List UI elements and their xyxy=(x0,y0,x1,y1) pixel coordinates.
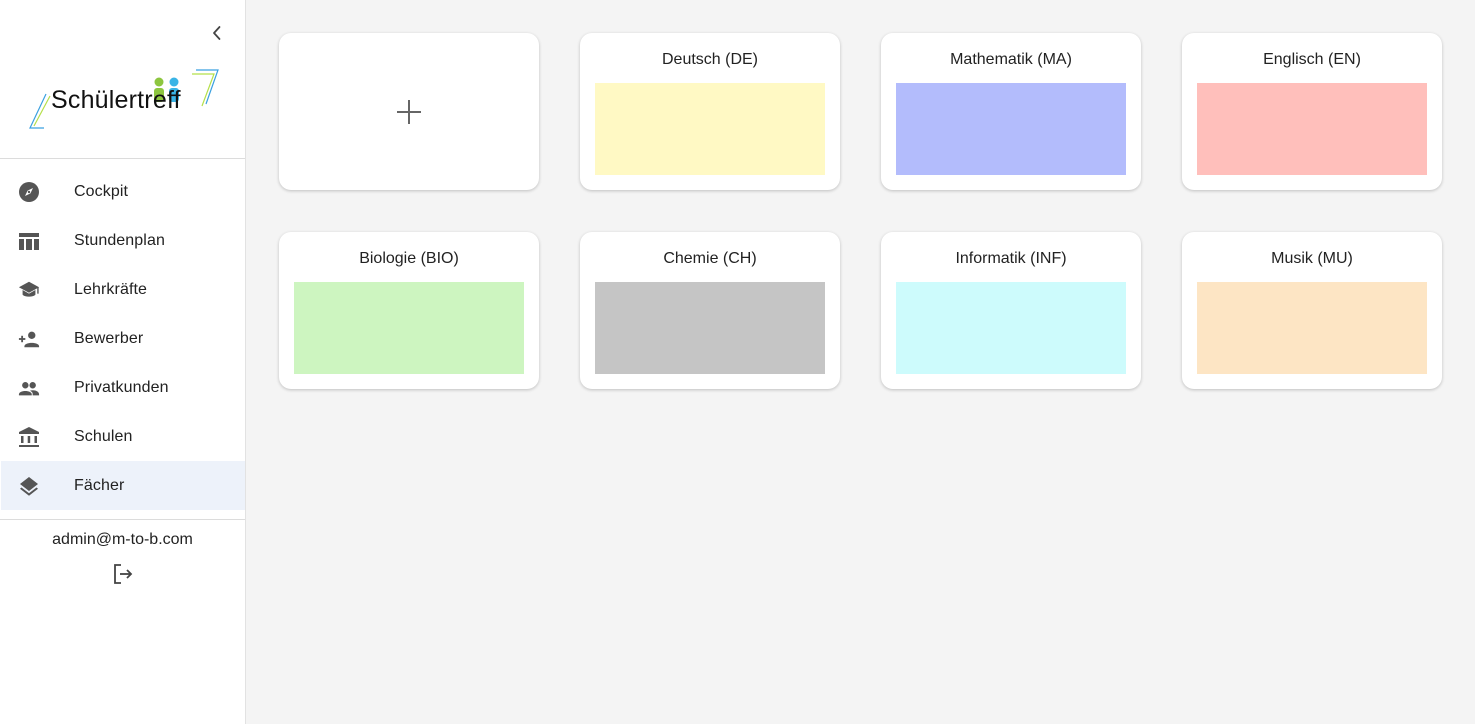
subject-color-swatch xyxy=(1197,83,1427,175)
collapse-sidebar-button[interactable] xyxy=(206,22,228,44)
subject-name: Informatik (INF) xyxy=(955,250,1067,267)
subject-name: Biologie (BIO) xyxy=(359,250,459,267)
subject-name: Musik (MU) xyxy=(1271,250,1353,267)
divider xyxy=(0,519,245,520)
subject-card[interactable]: Informatik (INF) xyxy=(881,232,1141,389)
subject-name: Mathematik (MA) xyxy=(950,51,1072,68)
school-cap-icon xyxy=(18,279,40,301)
subject-card[interactable]: Englisch (EN) xyxy=(1182,33,1442,190)
institution-icon xyxy=(18,426,40,448)
subject-card[interactable]: Deutsch (DE) xyxy=(580,33,840,190)
sidebar-item-schulen[interactable]: Schulen xyxy=(1,412,245,461)
sidebar-item-bewerber[interactable]: Bewerber xyxy=(1,314,245,363)
subject-card[interactable]: Mathematik (MA) xyxy=(881,33,1141,190)
divider xyxy=(0,158,245,159)
main-content: Deutsch (DE) Mathematik (MA) Englisch (E… xyxy=(246,0,1475,724)
subject-name: Deutsch (DE) xyxy=(661,51,759,68)
add-subject-card[interactable] xyxy=(279,33,539,190)
subject-color-swatch xyxy=(896,282,1126,374)
chevron-left-icon xyxy=(213,26,221,40)
subject-name: Englisch (EN) xyxy=(1263,51,1361,68)
subject-name: Chemie (CH) xyxy=(663,250,757,267)
sidebar-nav: Cockpit Stundenplan Lehrkräfte Bewerber … xyxy=(1,167,245,510)
sidebar-item-lehrkraefte[interactable]: Lehrkräfte xyxy=(1,265,245,314)
sidebar-item-privatkunden[interactable]: Privatkunden xyxy=(1,363,245,412)
plus-icon xyxy=(397,99,421,124)
compass-icon xyxy=(18,181,40,203)
subject-card[interactable]: Musik (MU) xyxy=(1182,232,1442,389)
logo-text: Schülertreff xyxy=(51,86,181,114)
table-icon xyxy=(18,230,40,252)
logo: Schülertreff xyxy=(26,66,222,132)
subject-color-swatch xyxy=(896,83,1126,175)
subject-card[interactable]: Biologie (BIO) xyxy=(279,232,539,389)
sidebar-item-label: Schulen xyxy=(74,427,133,445)
subject-color-swatch xyxy=(595,83,825,175)
sidebar: Schülertreff Cockpit Stundenplan Lehrkrä… xyxy=(0,0,246,724)
sidebar-item-stundenplan[interactable]: Stundenplan xyxy=(1,216,245,265)
logout-icon xyxy=(114,564,133,584)
layers-icon xyxy=(18,475,40,497)
person-add-icon xyxy=(18,328,40,350)
sidebar-item-label: Privatkunden xyxy=(74,378,169,396)
sidebar-item-label: Bewerber xyxy=(74,329,144,347)
people-icon xyxy=(18,377,40,399)
user-email: admin@m-to-b.com xyxy=(52,531,193,548)
sidebar-item-label: Stundenplan xyxy=(74,231,165,249)
sidebar-item-label: Fächer xyxy=(74,476,125,494)
sidebar-item-faecher[interactable]: Fächer xyxy=(1,461,245,510)
subject-color-swatch xyxy=(1197,282,1427,374)
subject-color-swatch xyxy=(294,282,524,374)
logout-button[interactable] xyxy=(111,562,135,586)
sidebar-item-cockpit[interactable]: Cockpit xyxy=(1,167,245,216)
sidebar-item-label: Lehrkräfte xyxy=(74,280,148,298)
subject-color-swatch xyxy=(595,282,825,374)
sidebar-item-label: Cockpit xyxy=(74,182,129,200)
subject-card[interactable]: Chemie (CH) xyxy=(580,232,840,389)
